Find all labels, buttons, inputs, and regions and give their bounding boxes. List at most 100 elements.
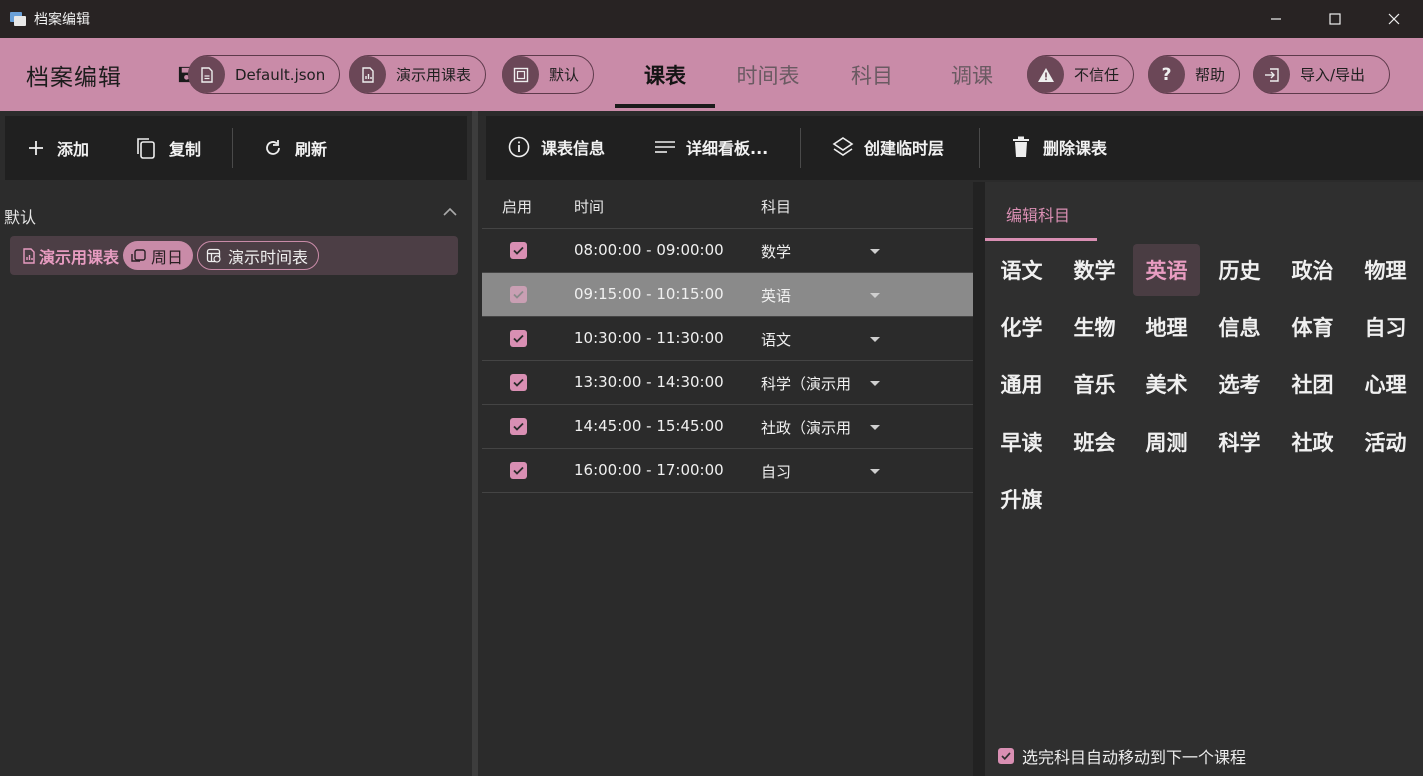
table-row[interactable]: 10:30:00 - 11:30:00 语文 bbox=[482, 317, 973, 361]
subject-button[interactable]: 科学 bbox=[1206, 416, 1273, 468]
chevron-down-icon[interactable] bbox=[870, 381, 880, 386]
auto-move-label: 选完科目自动移动到下一个课程 bbox=[1022, 748, 1247, 767]
subject-button[interactable]: 语文 bbox=[988, 244, 1055, 296]
chevron-up-icon[interactable] bbox=[442, 207, 458, 217]
enabled-checkbox[interactable] bbox=[510, 462, 527, 479]
timetable-tag: 演示时间表 bbox=[197, 241, 320, 270]
subject-button[interactable]: 历史 bbox=[1206, 244, 1273, 296]
file-chip[interactable]: Default.json bbox=[188, 55, 341, 94]
subject-button[interactable]: 化学 bbox=[988, 301, 1055, 353]
refresh-icon bbox=[266, 140, 280, 155]
schedule-toolbar: 课表信息 详细看板... 创建临时层 删除课表 bbox=[486, 116, 1423, 180]
detail-board-label: 详细看板... bbox=[686, 139, 769, 158]
subject-button[interactable]: 通用 bbox=[988, 358, 1055, 410]
timetable-icon bbox=[206, 248, 221, 263]
lines-icon bbox=[655, 141, 675, 153]
enabled-checkbox[interactable] bbox=[510, 330, 527, 347]
subject-editor-panel: 编辑科目 语文 数学 英语 历史 政治 物理 化学 生物 地理 信息 体育 自习… bbox=[985, 182, 1423, 776]
schedule-chip-label: 演示用课表 bbox=[396, 66, 472, 84]
enabled-checkbox[interactable] bbox=[510, 242, 527, 259]
subject-button[interactable]: 物理 bbox=[1352, 244, 1419, 296]
copy-button[interactable]: 复制 bbox=[135, 136, 201, 160]
subject-button[interactable]: 地理 bbox=[1133, 301, 1200, 353]
splitter-right[interactable] bbox=[973, 182, 985, 776]
table-row[interactable]: 14:45:00 - 15:45:00 社政（演示用 bbox=[482, 405, 973, 449]
close-icon bbox=[1388, 13, 1399, 25]
refresh-button[interactable]: 刷新 bbox=[263, 136, 327, 160]
chevron-down-icon[interactable] bbox=[870, 337, 880, 342]
maximize-button[interactable] bbox=[1305, 0, 1364, 38]
schedule-doc-icon bbox=[349, 56, 386, 93]
check-icon bbox=[513, 378, 524, 387]
close-button[interactable] bbox=[1364, 0, 1423, 38]
delete-schedule-label: 删除课表 bbox=[1043, 139, 1108, 158]
subject-button[interactable]: 自习 bbox=[1352, 301, 1419, 353]
auto-move-checkbox[interactable] bbox=[998, 748, 1014, 764]
row-subject: 科学（演示用 bbox=[761, 375, 852, 393]
subject-button-selected[interactable]: 英语 bbox=[1133, 244, 1200, 296]
import-export-chip[interactable]: 导入/导出 bbox=[1253, 55, 1391, 94]
schedule-info-button[interactable]: 课表信息 bbox=[508, 135, 605, 159]
subject-button[interactable]: 周测 bbox=[1133, 416, 1200, 468]
subject-button[interactable]: 生物 bbox=[1061, 301, 1128, 353]
subject-button[interactable]: 活动 bbox=[1352, 416, 1419, 468]
detail-board-button[interactable]: 详细看板... bbox=[654, 135, 768, 159]
check-icon bbox=[513, 334, 524, 343]
table-row[interactable]: 13:30:00 - 14:30:00 科学（演示用 bbox=[482, 361, 973, 405]
info-icon bbox=[508, 136, 530, 158]
subject-button[interactable]: 音乐 bbox=[1061, 358, 1128, 410]
trash-icon bbox=[1013, 136, 1029, 157]
tab-schedule[interactable]: 课表 bbox=[615, 38, 715, 111]
chevron-down-icon[interactable] bbox=[870, 425, 880, 430]
subject-button[interactable]: 体育 bbox=[1279, 301, 1346, 353]
chevron-down-icon[interactable] bbox=[870, 469, 880, 474]
schedule-chip[interactable]: 演示用课表 bbox=[349, 55, 487, 94]
enabled-checkbox[interactable] bbox=[510, 374, 527, 391]
header-time: 时间 bbox=[574, 198, 605, 216]
chevron-down-icon[interactable] bbox=[870, 293, 880, 298]
tab-swap[interactable]: 调课 bbox=[922, 38, 1022, 111]
add-button-label: 添加 bbox=[57, 140, 90, 159]
minimize-button[interactable] bbox=[1246, 0, 1305, 38]
row-subject: 英语 bbox=[761, 287, 792, 305]
schedule-item-label: 演示用课表 bbox=[39, 247, 120, 267]
enabled-checkbox[interactable] bbox=[510, 418, 527, 435]
table-row[interactable]: 09:15:00 - 10:15:00 英语 bbox=[482, 273, 973, 317]
table-row[interactable]: 08:00:00 - 09:00:00 数学 bbox=[482, 229, 973, 273]
subject-button[interactable]: 政治 bbox=[1279, 244, 1346, 296]
group-chip[interactable]: 默认 bbox=[502, 55, 595, 94]
header-bar: 档案编辑 Default.json 演示用课表 默认 课表 时间表 科目 调课 … bbox=[0, 38, 1423, 111]
group-label: 默认 bbox=[4, 208, 37, 227]
subject-button[interactable]: 早读 bbox=[988, 416, 1055, 468]
timetable-tag-label: 演示时间表 bbox=[228, 247, 309, 267]
subject-button[interactable]: 美术 bbox=[1133, 358, 1200, 410]
weekday-tag-label: 周日 bbox=[151, 247, 184, 267]
subject-button[interactable]: 班会 bbox=[1061, 416, 1128, 468]
subject-button[interactable]: 数学 bbox=[1061, 244, 1128, 296]
subject-button[interactable]: 社团 bbox=[1279, 358, 1346, 410]
add-button[interactable]: 添加 bbox=[27, 136, 89, 160]
enabled-checkbox[interactable] bbox=[510, 286, 527, 303]
subject-button[interactable]: 社政 bbox=[1279, 416, 1346, 468]
subject-button[interactable]: 选考 bbox=[1206, 358, 1273, 410]
tab-subjects[interactable]: 科目 bbox=[822, 38, 922, 111]
app-icon bbox=[10, 12, 26, 26]
subject-button[interactable]: 信息 bbox=[1206, 301, 1273, 353]
table-row[interactable]: 16:00:00 - 17:00:00 自习 bbox=[482, 449, 973, 493]
chevron-down-icon[interactable] bbox=[870, 249, 880, 254]
help-chip-label: 帮助 bbox=[1195, 66, 1226, 84]
check-icon bbox=[513, 246, 524, 255]
distrust-chip[interactable]: 不信任 bbox=[1027, 55, 1135, 94]
create-temp-layer-button[interactable]: 创建临时层 bbox=[832, 135, 944, 159]
subject-button[interactable]: 心理 bbox=[1352, 358, 1419, 410]
tab-edit-subjects[interactable]: 编辑科目 bbox=[1006, 202, 1070, 226]
header-subject: 科目 bbox=[761, 198, 792, 216]
help-chip[interactable]: ? 帮助 bbox=[1148, 55, 1241, 94]
splitter[interactable] bbox=[472, 111, 478, 776]
subject-button[interactable]: 升旗 bbox=[988, 473, 1055, 525]
tab-timetable[interactable]: 时间表 bbox=[718, 38, 818, 111]
auto-move-option[interactable]: 选完科目自动移动到下一个课程 bbox=[998, 744, 1246, 768]
schedule-list-item[interactable]: 演示用课表 周日 演示时间表 bbox=[10, 236, 458, 275]
delete-schedule-button[interactable]: 删除课表 bbox=[1011, 135, 1107, 159]
maximize-icon bbox=[1328, 13, 1341, 25]
